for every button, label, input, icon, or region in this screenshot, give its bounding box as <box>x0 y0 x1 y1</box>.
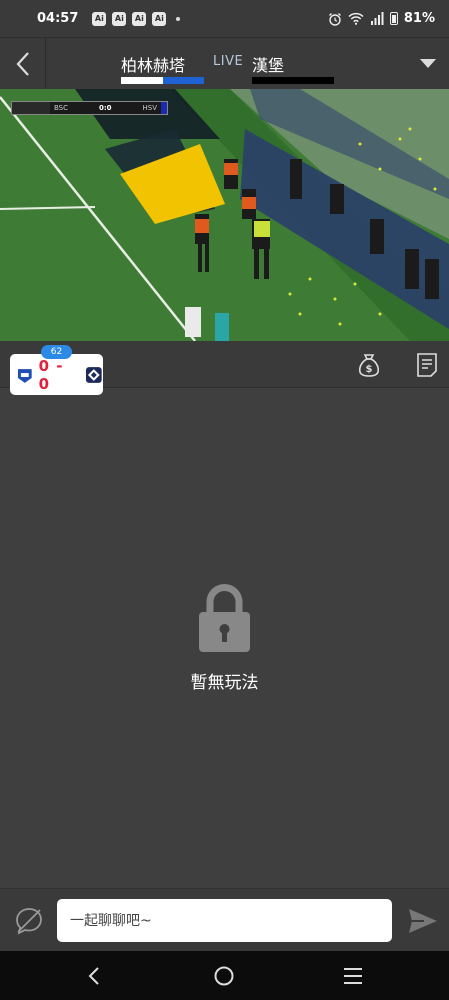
document-icon[interactable] <box>414 352 440 378</box>
send-icon[interactable] <box>408 908 438 934</box>
home-team-kit-bar <box>121 77 204 84</box>
back-button[interactable] <box>0 38 46 89</box>
home-team-logo-icon <box>17 368 32 383</box>
chat-muted-icon[interactable] <box>13 905 45 937</box>
svg-text:$: $ <box>366 364 373 375</box>
nav-menu-icon[interactable] <box>342 965 364 987</box>
scoreboard-home-team: BSC <box>54 104 69 112</box>
away-team-kit-bar <box>252 77 334 84</box>
match-minute-badge: 62 <box>41 345 72 359</box>
betting-panel: 暫無玩法 <box>0 388 449 888</box>
lock-icon <box>199 584 250 652</box>
wifi-icon <box>348 12 364 25</box>
scoreboard-away-team: HSV <box>142 104 158 112</box>
chat-input[interactable] <box>57 899 392 942</box>
signal-icon <box>370 12 384 25</box>
away-team-name: 漢堡 <box>252 56 285 75</box>
match-header: 柏林赫塔 LIVE 漢堡 <box>0 37 449 89</box>
home-team-name: 柏林赫塔 <box>121 56 186 75</box>
money-bag-icon[interactable]: $ <box>356 352 382 378</box>
chevron-left-icon <box>16 51 29 76</box>
scoreboard-score: 0:0 <box>98 104 112 112</box>
notification-badge: Ai <box>92 11 107 26</box>
live-label: LIVE <box>213 54 244 69</box>
status-bar: 04:57 Ai Ai Ai Ai 81% <box>0 0 449 37</box>
nav-home-icon[interactable] <box>213 965 235 987</box>
notification-dot <box>176 16 181 21</box>
score-card[interactable]: 0 - 0 <box>10 354 103 395</box>
system-nav-bar <box>0 951 449 1000</box>
video-scoreboard: BSC 0:0 HSV <box>11 101 168 115</box>
dropdown-triangle-icon[interactable] <box>420 56 436 70</box>
notification-badge: Ai <box>132 11 147 26</box>
notification-badge: Ai <box>112 11 127 26</box>
battery-percent: 81% <box>403 11 435 26</box>
nav-back-icon[interactable] <box>83 965 105 987</box>
status-time: 04:57 <box>37 11 79 26</box>
away-team-logo-icon <box>86 366 103 383</box>
notification-badge: Ai <box>152 11 167 26</box>
battery-icon <box>389 12 398 25</box>
empty-state-message: 暫無玩法 <box>190 673 259 693</box>
status-icons: 81% <box>328 11 435 26</box>
live-video-player[interactable]: BSC 0:0 HSV <box>0 89 449 341</box>
match-score: 0 - 0 <box>38 356 64 393</box>
video-frame <box>0 89 449 341</box>
alarm-icon <box>328 12 341 26</box>
chat-bar <box>0 888 449 951</box>
